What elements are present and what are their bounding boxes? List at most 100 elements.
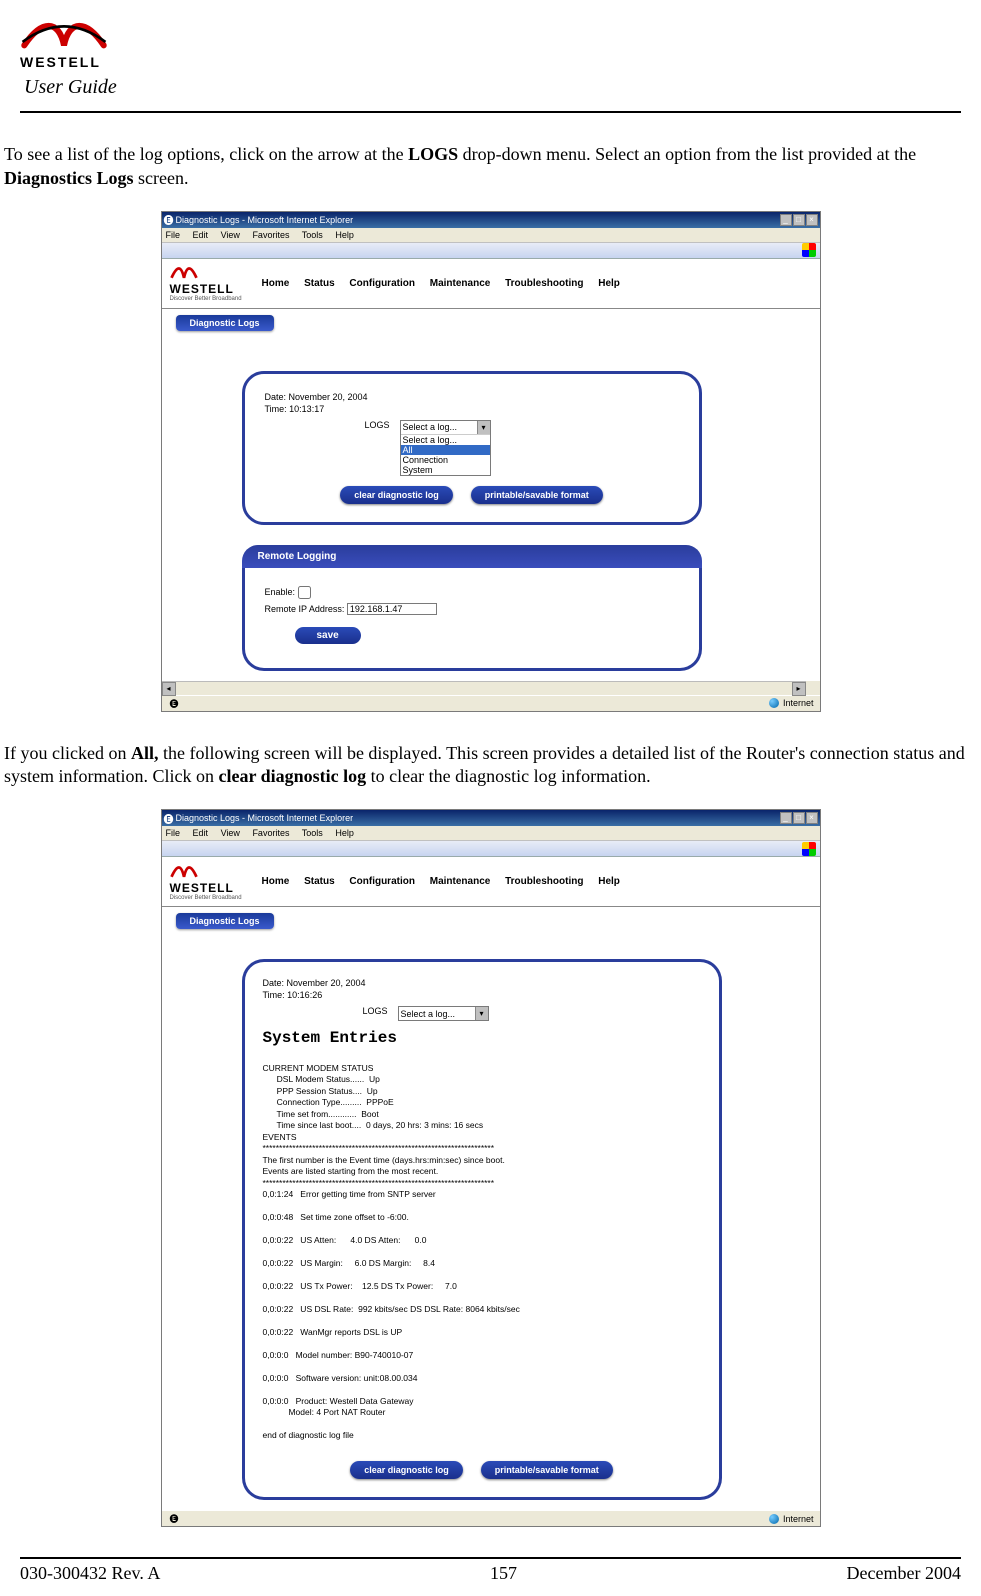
minimize-button[interactable]: _ <box>780 214 792 226</box>
menu-file[interactable]: File <box>166 230 181 240</box>
menu-edit[interactable]: Edit <box>193 230 209 240</box>
para1-text-a: To see a list of the log options, click … <box>4 144 408 164</box>
nav-status[interactable]: Status <box>304 278 335 289</box>
router-tagline-2: Discover Better Broadband <box>170 895 254 901</box>
ie-menubar: File Edit View Favorites Tools Help <box>162 228 820 243</box>
dropdown-option-connection[interactable]: Connection <box>401 455 490 465</box>
dropdown-option-select[interactable]: Select a log... <box>401 435 490 445</box>
printable-savable-button-2[interactable]: printable/savable format <box>481 1461 613 1479</box>
menu-view[interactable]: View <box>221 230 240 240</box>
enable-checkbox[interactable] <box>298 586 311 599</box>
para2-bold-all: All, <box>131 743 159 763</box>
internet-zone-label-2: Internet <box>783 1514 814 1524</box>
nav-configuration-2[interactable]: Configuration <box>349 876 415 887</box>
scroll-right-icon[interactable]: ▸ <box>792 682 806 696</box>
close-button[interactable]: × <box>806 214 818 226</box>
menu-favorites[interactable]: Favorites <box>252 230 289 240</box>
clear-diagnostic-log-button-2[interactable]: clear diagnostic log <box>350 1461 463 1479</box>
ie-titlebar-2: 🅔 Diagnostic Logs - Microsoft Internet E… <box>162 810 820 826</box>
save-button[interactable]: save <box>295 627 361 644</box>
minimize-button-2[interactable]: _ <box>780 812 792 824</box>
dropdown-value[interactable] <box>401 422 477 432</box>
done-icon-2: 🅔 <box>170 1512 179 1525</box>
date-line-2: Date: November 20, 2004 <box>263 978 701 988</box>
printable-savable-button[interactable]: printable/savable format <box>471 486 603 504</box>
dropdown-value-2[interactable] <box>399 1009 475 1019</box>
menu-tools[interactable]: Tools <box>302 230 323 240</box>
dropdown-list: Select a log... All Connection System <box>401 434 490 475</box>
menu-help[interactable]: Help <box>335 230 354 240</box>
nav-help-2[interactable]: Help <box>598 876 620 887</box>
dropdown-option-system[interactable]: System <box>401 465 490 475</box>
tab-diagnostic-logs[interactable]: Diagnostic Logs <box>176 315 274 331</box>
dropdown-head-2[interactable]: ▾ <box>399 1007 488 1020</box>
internet-zone-label: Internet <box>783 698 814 708</box>
ie-menubar-2: File Edit View Favorites Tools Help <box>162 826 820 841</box>
logs-label-2: LOGS <box>363 1006 388 1016</box>
enable-row: Enable: <box>265 586 679 599</box>
menu-view-2[interactable]: View <box>221 828 240 838</box>
maximize-button-2[interactable]: □ <box>793 812 805 824</box>
menu-file-2[interactable]: File <box>166 828 181 838</box>
scroll-corner <box>806 681 820 695</box>
clear-diagnostic-log-button[interactable]: clear diagnostic log <box>340 486 453 504</box>
ie-statusbar: 🅔 Internet <box>162 695 820 711</box>
dropdown-option-all[interactable]: All <box>401 445 490 455</box>
ie-title-text-2: Diagnostic Logs - Microsoft Internet Exp… <box>176 813 780 823</box>
nav-troubleshooting-2[interactable]: Troubleshooting <box>505 876 583 887</box>
nav-status-2[interactable]: Status <box>304 876 335 887</box>
logs-panel-body-2: CURRENT MODEM STATUS DSL Modem Status...… <box>242 1063 722 1500</box>
ie-statusbar-2: 🅔 Internet <box>162 1510 820 1526</box>
chevron-down-icon-2[interactable]: ▾ <box>475 1007 488 1020</box>
westell-logo-block: WESTELL User Guide <box>20 16 117 99</box>
nav-home-2[interactable]: Home <box>262 876 290 887</box>
window-buttons-2: _ □ × <box>780 812 818 824</box>
horizontal-scrollbar[interactable]: ◂ ▸ <box>162 681 806 695</box>
router-brand: WESTELL <box>170 282 254 296</box>
nav-configuration[interactable]: Configuration <box>349 278 415 289</box>
router-brand-2: WESTELL <box>170 881 254 895</box>
menu-help-2[interactable]: Help <box>335 828 354 838</box>
nav-maintenance[interactable]: Maintenance <box>430 278 491 289</box>
ie-titlebar: 🅔 Diagnostic Logs - Microsoft Internet E… <box>162 212 820 228</box>
doc-date: December 2004 <box>847 1563 961 1584</box>
page: WESTELL User Guide To see a list of the … <box>0 0 981 1596</box>
nav-home[interactable]: Home <box>262 278 290 289</box>
router-header-strip: WESTELL Discover Better Broadband Home S… <box>162 259 820 309</box>
panel-wrap-1: Date: November 20, 2004 Time: 10:13:17 L… <box>162 331 820 681</box>
user-guide-label: User Guide <box>24 76 117 99</box>
router-tagline: Discover Better Broadband <box>170 296 254 302</box>
nav-maintenance-2[interactable]: Maintenance <box>430 876 491 887</box>
menu-favorites-2[interactable]: Favorites <box>252 828 289 838</box>
nav-troubleshooting[interactable]: Troubleshooting <box>505 278 583 289</box>
scroll-left-icon[interactable]: ◂ <box>162 682 176 696</box>
scroll-row: ◂ ▸ <box>162 681 820 695</box>
button-row-2: clear diagnostic log printable/savable f… <box>263 1461 701 1479</box>
tab-diagnostic-logs-2[interactable]: Diagnostic Logs <box>176 913 274 929</box>
ip-row: Remote IP Address: 192.168.1.47 <box>265 603 679 615</box>
logs-dropdown[interactable]: ▾ Select a log... All Connection System <box>400 420 491 476</box>
ie-toolbar-2 <box>162 841 820 857</box>
remote-ip-label: Remote IP Address: <box>265 604 345 614</box>
header-rule <box>20 111 961 113</box>
button-row-1: clear diagnostic log printable/savable f… <box>265 486 679 504</box>
para1-text-c: drop-down menu. Select an option from th… <box>458 144 916 164</box>
chevron-down-icon[interactable]: ▾ <box>477 421 490 434</box>
logs-panel-top-2: Date: November 20, 2004 Time: 10:16:26 L… <box>242 959 722 1063</box>
dropdown-head[interactable]: ▾ <box>401 421 490 434</box>
internet-zone-icon-2 <box>769 1514 779 1524</box>
close-button-2[interactable]: × <box>806 812 818 824</box>
maximize-button[interactable]: □ <box>793 214 805 226</box>
logs-dropdown-2[interactable]: ▾ <box>398 1006 489 1021</box>
remote-logging-header: Remote Logging <box>242 545 702 568</box>
nav-help[interactable]: Help <box>598 278 620 289</box>
para2-bold-clear: clear diagnostic log <box>218 766 366 786</box>
menu-tools-2[interactable]: Tools <box>302 828 323 838</box>
para2-text-e: to clear the diagnostic log information. <box>366 766 650 786</box>
panel-wrap-2: Date: November 20, 2004 Time: 10:16:26 L… <box>162 929 820 1510</box>
logs-row-2: LOGS ▾ <box>363 1006 701 1021</box>
remote-ip-input[interactable]: 192.168.1.47 <box>347 603 437 615</box>
menu-edit-2[interactable]: Edit <box>193 828 209 838</box>
router-header-strip-2: WESTELL Discover Better Broadband Home S… <box>162 857 820 907</box>
page-content-2: WESTELL Discover Better Broadband Home S… <box>162 857 820 1510</box>
